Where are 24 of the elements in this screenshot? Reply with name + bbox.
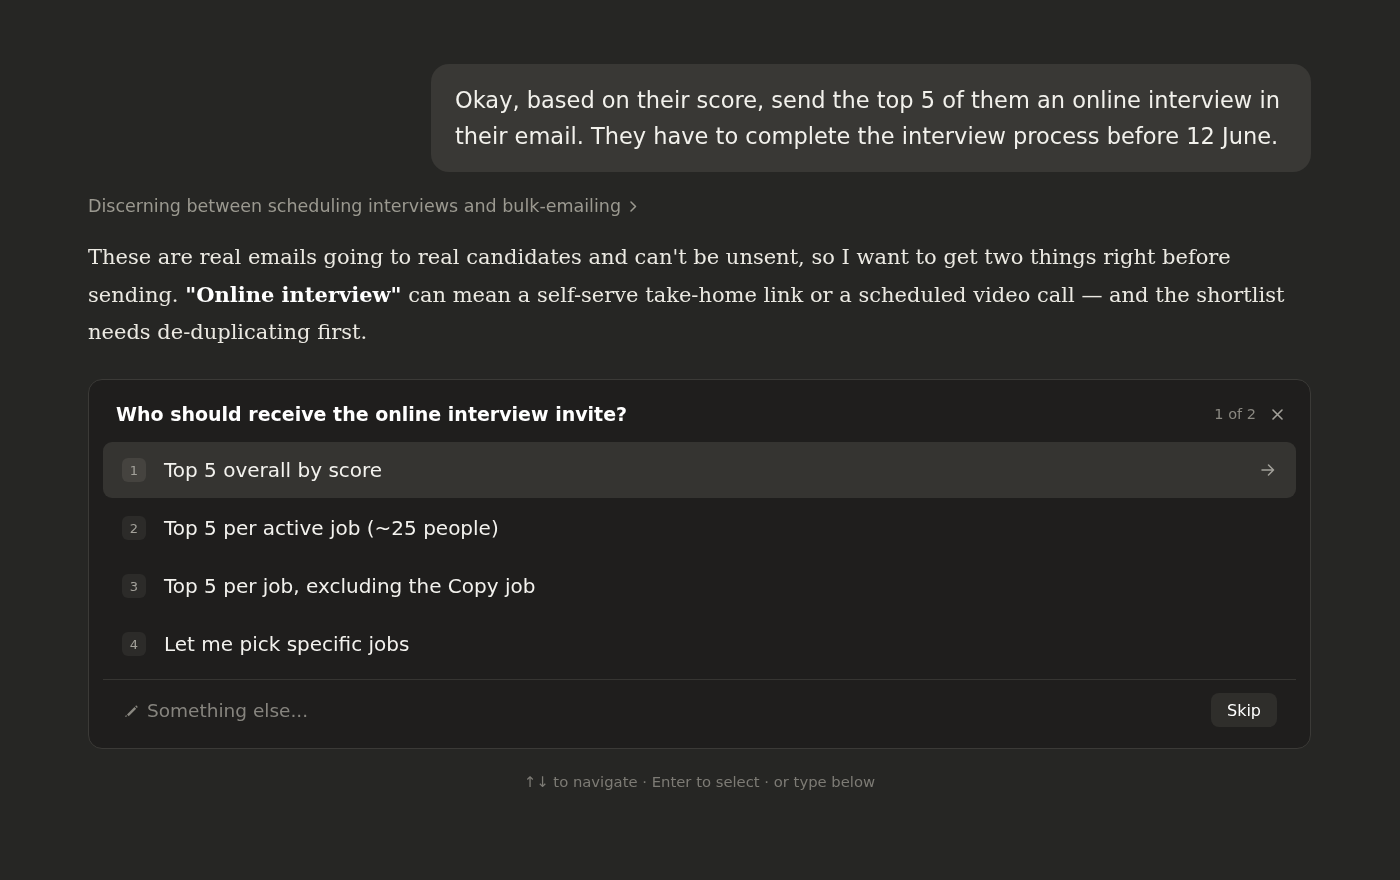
response-paragraph: These are real emails going to real candidates and can't be unsent, so I want to get two things right before sending. "Online interview" can mean a self-serve take-home link or a scheduled video call — and the shortlist needs de-duplicating first. bbox=[88, 244, 1286, 346]
keyboard-hint: ↑↓ to navigate · Enter to select · or type below bbox=[523, 772, 876, 792]
close-icon bbox=[1271, 408, 1283, 420]
option-label: Let me pick specific jobs bbox=[164, 632, 411, 656]
chevron-icon bbox=[630, 200, 638, 212]
option-label: Top 5 overall by score bbox=[164, 458, 384, 482]
step-counter: 1 of 2 bbox=[1214, 406, 1256, 422]
option-item[interactable]: 1 Top 5 overall by score bbox=[103, 442, 1296, 498]
close-button[interactable] bbox=[1270, 407, 1284, 421]
option-label: Top 5 per job, excluding the Copy job bbox=[164, 574, 537, 598]
user-message-bubble: Okay, based on their score, send the top 5 of them an online interview in their email. They have to complete the interview process before 12 June. bbox=[431, 64, 1311, 172]
option-number: 1 bbox=[122, 458, 146, 482]
skip-button[interactable]: Skip bbox=[1210, 693, 1277, 727]
option-item[interactable]: 3 Top 5 per job, excluding the Copy job bbox=[103, 558, 1296, 614]
option-number: 3 bbox=[122, 574, 146, 598]
option-number: 4 bbox=[122, 632, 146, 656]
option-item[interactable]: 4 Let me pick specific jobs bbox=[103, 616, 1296, 672]
option-item[interactable]: 2 Top 5 per active job (~25 people) bbox=[103, 500, 1296, 556]
thinking-toggle[interactable]: Discerning between scheduling interviews and bulk-emailing bbox=[88, 194, 638, 218]
option-number: 2 bbox=[122, 516, 146, 540]
input-field[interactable]: Something else... bbox=[147, 695, 1202, 725]
question-title: Who should receive the online interview invite? bbox=[116, 403, 629, 425]
arrow-right-icon bbox=[1261, 464, 1275, 476]
option-label: Top 5 per active job (~25 people) bbox=[164, 516, 500, 540]
